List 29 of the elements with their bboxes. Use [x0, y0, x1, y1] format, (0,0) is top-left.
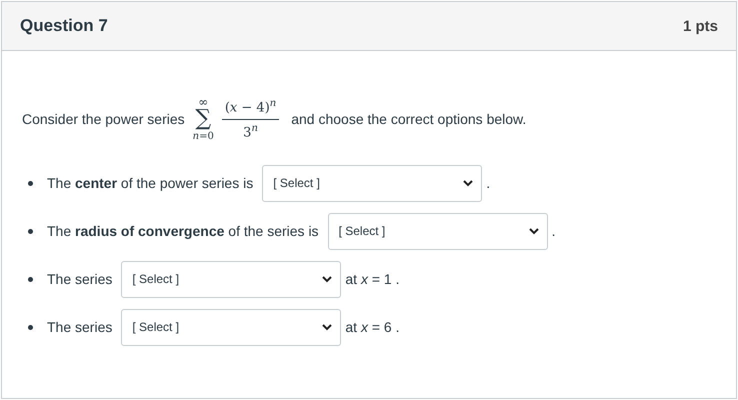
- item-text: The series: [47, 271, 112, 287]
- item-text: at x = 1 .: [345, 271, 400, 287]
- intro-text: and choose the correct options below.: [291, 111, 526, 127]
- chevron-down-icon: [528, 228, 539, 234]
- question-title: Question 7: [20, 16, 108, 36]
- intro-text: Consider the power series: [22, 111, 185, 127]
- item-text: .: [486, 175, 490, 191]
- sum-symbol: ∑: [195, 108, 212, 130]
- fraction-numerator: (x − 4)$^{n}$: [222, 98, 280, 120]
- chevron-down-icon: [463, 180, 474, 186]
- chevron-down-icon: [322, 324, 332, 330]
- select-dropdown[interactable]: [ Select ]: [328, 212, 548, 250]
- sum-lower-limit: n=0: [192, 132, 214, 142]
- item-text: The radius of convergence of the series is: [47, 223, 319, 239]
- item-text: .: [552, 223, 556, 239]
- select-dropdown[interactable]: [ Select ]: [121, 308, 342, 346]
- bullet-icon: [28, 324, 33, 330]
- chevron-down-icon: [322, 276, 332, 282]
- bullet-icon: [28, 228, 33, 234]
- select-dropdown[interactable]: [ Select ]: [262, 164, 482, 202]
- item-text: at x = 6 .: [345, 319, 400, 335]
- select-dropdown[interactable]: [ Select ]: [121, 260, 342, 298]
- fraction-denominator: 3$^{n}$: [243, 122, 258, 140]
- points-label: 1 pts: [682, 18, 718, 34]
- bullet-icon: [28, 180, 33, 186]
- sum-upper-limit: ∞: [198, 96, 208, 108]
- item-text: The series: [47, 319, 112, 335]
- item-text: The center of the power series is: [47, 175, 254, 191]
- bullet-icon: [28, 276, 33, 282]
